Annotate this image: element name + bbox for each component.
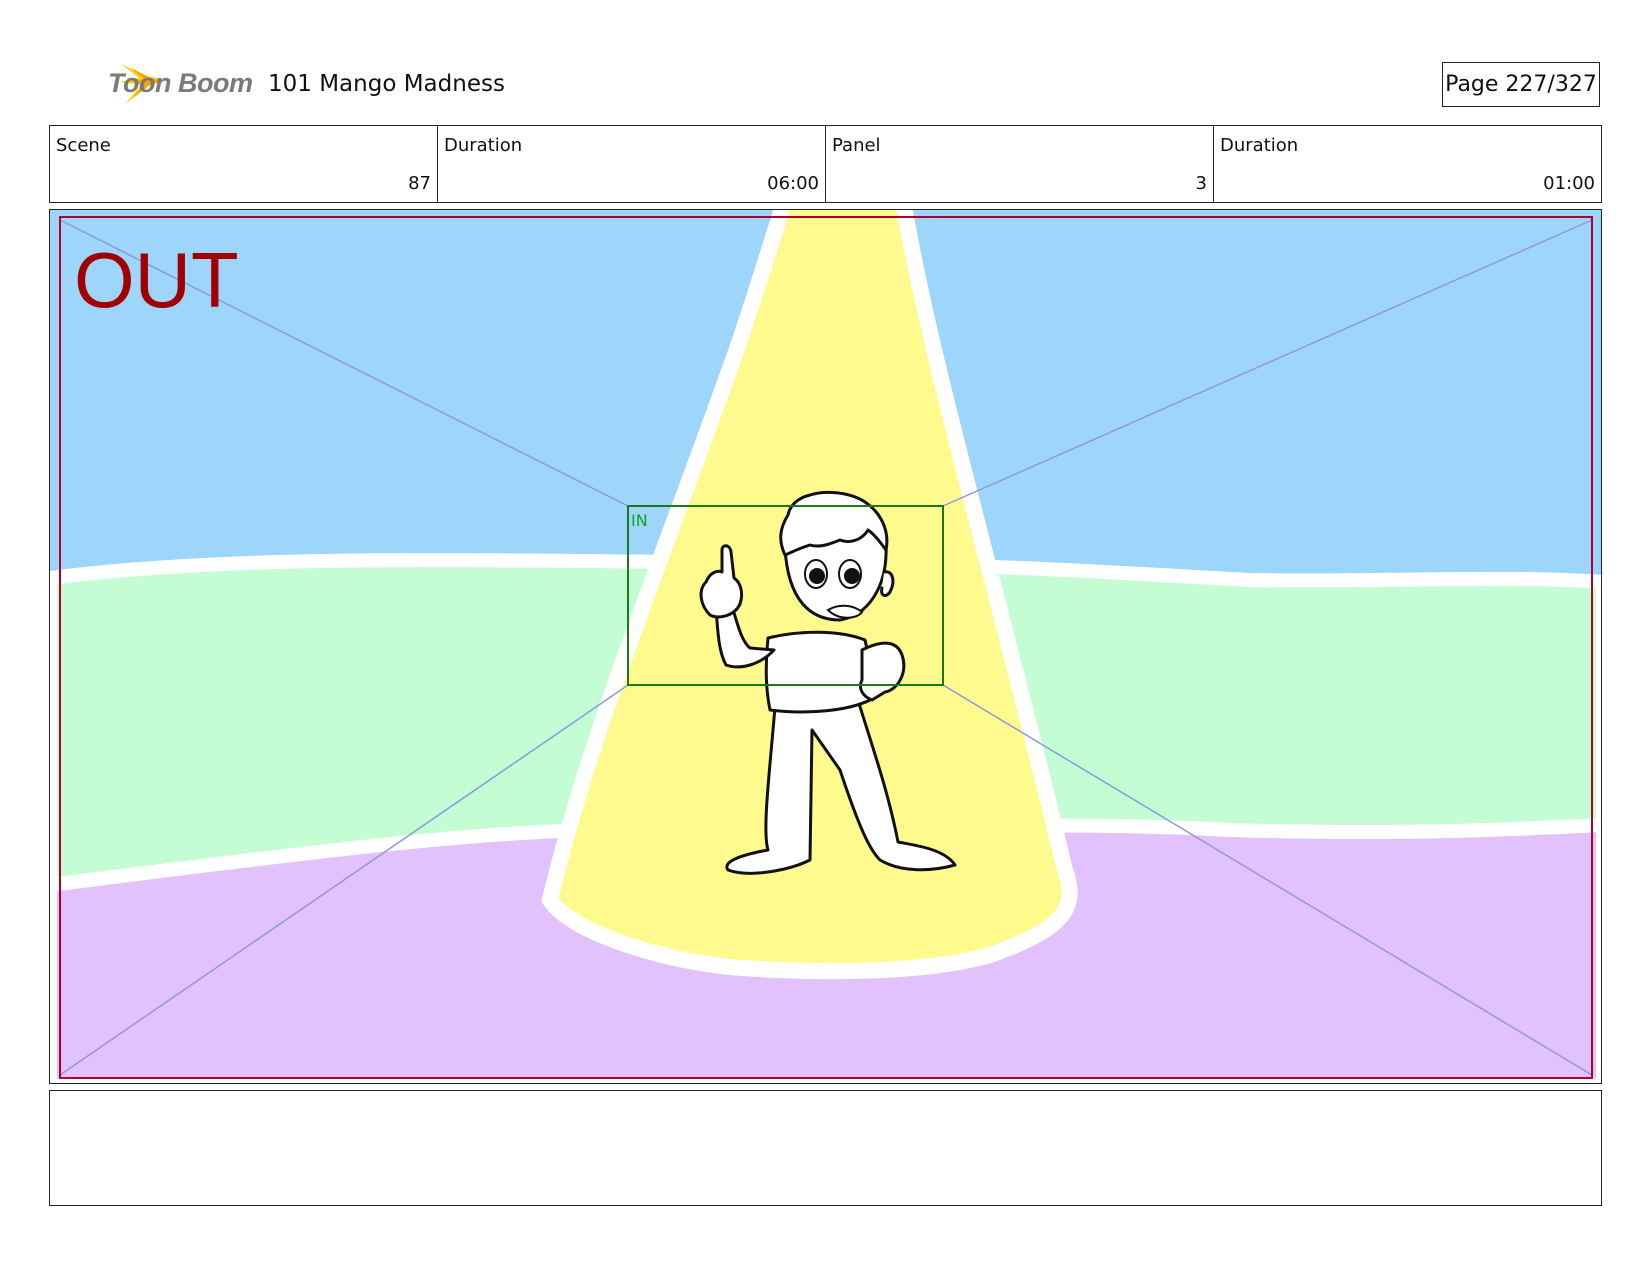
scene-duration-cell: Duration 06:00 xyxy=(438,126,826,202)
logo-text: Toon Boom xyxy=(108,68,253,98)
panel-info-bar: Scene 87 Duration 06:00 Panel 3 Duration… xyxy=(49,125,1602,203)
out-frame-label: OUT xyxy=(74,236,239,324)
panel-duration-cell: Duration 01:00 xyxy=(1214,126,1601,202)
panel-duration-label: Duration xyxy=(1220,135,1299,156)
in-frame-label: IN xyxy=(631,511,648,530)
scene-value: 87 xyxy=(408,173,431,194)
panel-value: 3 xyxy=(1195,173,1207,194)
panel-artwork: IN OUT xyxy=(50,210,1601,1083)
scene-label: Scene xyxy=(56,135,111,156)
page-number-box: Page 227/327 xyxy=(1442,62,1600,107)
scene-duration-label: Duration xyxy=(444,135,523,156)
project-title: 101 Mango Madness xyxy=(268,71,505,97)
panel-duration-value: 01:00 xyxy=(1543,173,1595,194)
storyboard-panel: IN OUT xyxy=(49,209,1602,1084)
panel-notes-box[interactable] xyxy=(49,1090,1602,1206)
page-number: Page 227/327 xyxy=(1445,72,1597,97)
scene-duration-value: 06:00 xyxy=(767,173,819,194)
panel-label: Panel xyxy=(832,135,881,156)
scene-cell: Scene 87 xyxy=(50,126,438,202)
panel-cell: Panel 3 xyxy=(826,126,1214,202)
